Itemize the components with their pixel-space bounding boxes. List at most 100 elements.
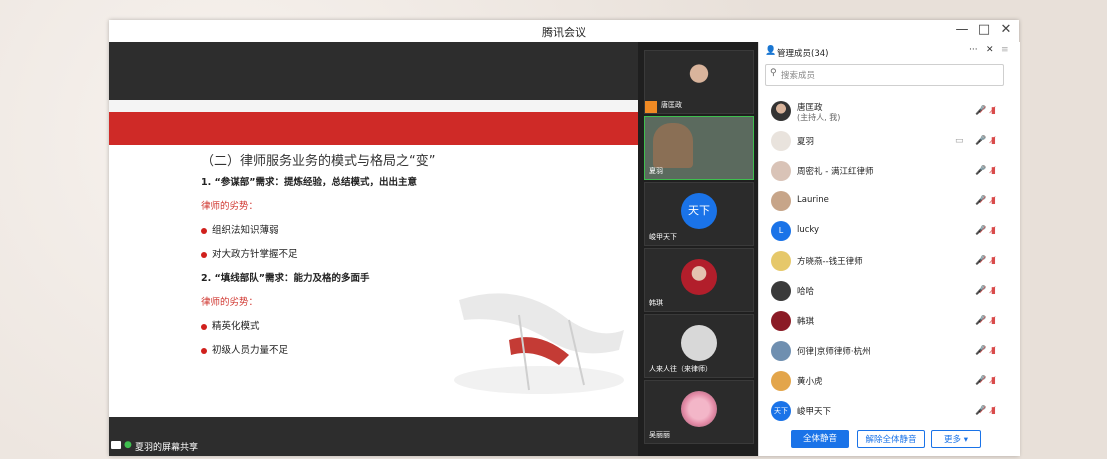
close-button[interactable]: ✕ <box>997 22 1015 37</box>
unmute-all-button[interactable]: 解除全体静音 <box>857 430 925 448</box>
member-name: 哈哈 <box>797 287 815 297</box>
mic-muted-icon[interactable]: 🎤̸ <box>975 316 986 326</box>
slide-top-strip <box>109 100 638 112</box>
mic-muted-icon[interactable]: 🎤̸ <box>975 106 986 116</box>
camera-off-icon[interactable]: ▮̸ <box>991 106 996 116</box>
camera-off-icon[interactable]: ▮̸ <box>991 136 996 146</box>
video-tile-active[interactable]: 夏羽 <box>644 116 754 180</box>
video-tile[interactable]: 人来人往（来律师） <box>644 314 754 378</box>
camera-off-icon[interactable]: ▮̸ <box>991 286 996 296</box>
camera-off-icon[interactable]: ▮̸ <box>991 316 996 326</box>
slide-bullet-2: 对大政方针掌握不足 <box>201 246 298 260</box>
member-name: 韩琪 <box>797 317 815 327</box>
member-name: Laurine <box>797 195 829 205</box>
member-name: lucky <box>797 225 820 235</box>
avatar <box>771 131 791 151</box>
avatar <box>681 61 717 97</box>
member-row[interactable]: 韩琪 🎤̸ ▮̸ <box>759 307 1020 335</box>
video-name: 韩琪 <box>649 299 663 307</box>
member-row[interactable]: 方晓燕--钱王律师 🎤̸ ▮̸ <box>759 247 1020 275</box>
slide-weakness-2: 律师的劣势： <box>201 297 259 308</box>
member-row[interactable]: 天下 峻甲天下 🎤̸ ▮̸ <box>759 397 1020 425</box>
avatar <box>771 251 791 271</box>
slide-bullet-4: 初级人员力量不足 <box>201 342 288 356</box>
camera-off-icon[interactable]: ▮̸ <box>991 196 996 206</box>
close-panel-icon[interactable]: ✕ <box>986 45 994 55</box>
mic-muted-icon[interactable]: 🎤̸ <box>975 346 986 356</box>
member-name: 何律|京师律师·杭州 <box>797 347 871 357</box>
member-row[interactable]: 黄小虎 🎤̸ ▮̸ <box>759 367 1020 395</box>
member-name: 峻甲天下 <box>797 407 832 417</box>
video-tile[interactable]: 吴丽丽 <box>644 380 754 444</box>
title-bar: 腾讯会议 — □ ✕ <box>109 20 1019 42</box>
tencent-meeting-window: 腾讯会议 — □ ✕ （二）律师服务业务的模式与格局之“变” 1. “参谋部”需… <box>109 20 1020 456</box>
avatar <box>771 341 791 361</box>
avatar <box>771 281 791 301</box>
slide-bullet-3: 精英化模式 <box>201 318 260 332</box>
video-tile[interactable]: 韩琪 <box>644 248 754 312</box>
menu-icon[interactable]: ≡ <box>1001 45 1009 55</box>
member-row[interactable]: 哈哈 🎤̸ ▮̸ <box>759 277 1020 305</box>
presentation-slide: （二）律师服务业务的模式与格局之“变” 1. “参谋部”需求：提炼经验，总结模式… <box>109 100 638 417</box>
panel-title: 管理成员(34) <box>777 49 829 59</box>
video-column: 唐匡政 夏羽 天下 峻甲天下 韩琪 人来人往（来律师） 吴丽丽 <box>638 42 758 456</box>
more-icon[interactable]: ··· <box>969 45 978 55</box>
mic-muted-icon[interactable]: 🎤̸ <box>975 226 986 236</box>
video-tile[interactable]: 天下 峻甲天下 <box>644 182 754 246</box>
video-tile[interactable]: 唐匡政 <box>644 50 754 114</box>
avatar <box>771 161 791 181</box>
bullet-text: 对大政方针掌握不足 <box>212 249 298 260</box>
video-name: 峻甲天下 <box>649 233 677 241</box>
panel-header: 👤 管理成员(34) ··· ✕ ≡ <box>759 42 1020 62</box>
bullet-dot <box>201 323 207 330</box>
slide-weakness-1: 律师的劣势： <box>201 201 259 212</box>
avatar: L <box>771 221 791 241</box>
search-input[interactable]: ⚲ 搜索成员 <box>765 64 1004 86</box>
camera-off-icon[interactable]: ▮̸ <box>991 346 996 356</box>
member-row[interactable]: Laurine 🎤̸ ▮̸ <box>759 187 1020 215</box>
window-title: 腾讯会议 <box>542 26 586 39</box>
member-row[interactable]: 夏羽 ▭ 🎤 ▮̸ <box>759 127 1020 155</box>
camera-off-icon[interactable]: ▮̸ <box>991 226 996 236</box>
share-status-text: 夏羽的屏幕共享 <box>135 443 199 453</box>
bullet-dot <box>201 251 207 258</box>
screen-share-icon <box>111 441 121 449</box>
camera-off-icon[interactable]: ▮̸ <box>991 256 996 266</box>
mic-muted-icon[interactable]: 🎤̸ <box>975 406 986 416</box>
mic-icon: ● <box>124 440 132 450</box>
mic-icon[interactable]: 🎤 <box>975 166 986 176</box>
video-name: 人来人往（来律师） <box>649 365 712 373</box>
mic-muted-icon[interactable]: 🎤̸ <box>975 376 986 386</box>
maximize-button[interactable]: □ <box>975 22 993 37</box>
video-name: 夏羽 <box>649 167 663 175</box>
host-icon <box>645 101 657 113</box>
video-name: 吴丽丽 <box>649 431 670 439</box>
mic-muted-icon[interactable]: 🎤̸ <box>975 196 986 206</box>
camera-off-icon[interactable]: ▮̸ <box>991 166 996 176</box>
mic-muted-icon[interactable]: 🎤̸ <box>975 286 986 296</box>
slide-line-1: 1. “参谋部”需求：提炼经验，总结模式，出出主意 <box>201 177 418 188</box>
bullet-text: 精英化模式 <box>212 321 260 332</box>
more-button[interactable]: 更多 ▾ <box>931 430 981 448</box>
user-icon: 👤 <box>765 46 777 56</box>
avatar <box>771 101 791 121</box>
minimize-button[interactable]: — <box>953 22 971 37</box>
member-row[interactable]: 唐匡政 (主持人, 我) 🎤̸ ▮̸ <box>759 97 1020 125</box>
slide-line-2: 2. “填线部队”需求：能力及格的多面手 <box>201 273 370 284</box>
member-row[interactable]: 周密礼 - 满江红律师 🎤 ▮̸ <box>759 157 1020 185</box>
member-row[interactable]: L lucky 🎤̸ ▮̸ <box>759 217 1020 245</box>
member-row[interactable]: 何律|京师律师·杭州 🎤̸ ▮̸ <box>759 337 1020 365</box>
avatar <box>771 311 791 331</box>
member-name: 方晓燕--钱王律师 <box>797 257 863 267</box>
bullet-text: 组织法知识薄弱 <box>212 225 279 236</box>
avatar <box>681 391 717 427</box>
members-panel: 👤 管理成员(34) ··· ✕ ≡ ⚲ 搜索成员 唐匡政 (主持人, 我) 🎤… <box>758 42 1020 456</box>
slide-bullet-1: 组织法知识薄弱 <box>201 222 279 236</box>
mic-on-icon[interactable]: 🎤 <box>975 136 986 146</box>
camera-off-icon[interactable]: ▮̸ <box>991 406 996 416</box>
mute-all-button[interactable]: 全体静音 <box>791 430 849 448</box>
camera-off-icon[interactable]: ▮̸ <box>991 376 996 386</box>
screen-share-icon: ▭ <box>955 136 964 146</box>
chair-illustration <box>454 293 624 394</box>
mic-muted-icon[interactable]: 🎤̸ <box>975 256 986 266</box>
